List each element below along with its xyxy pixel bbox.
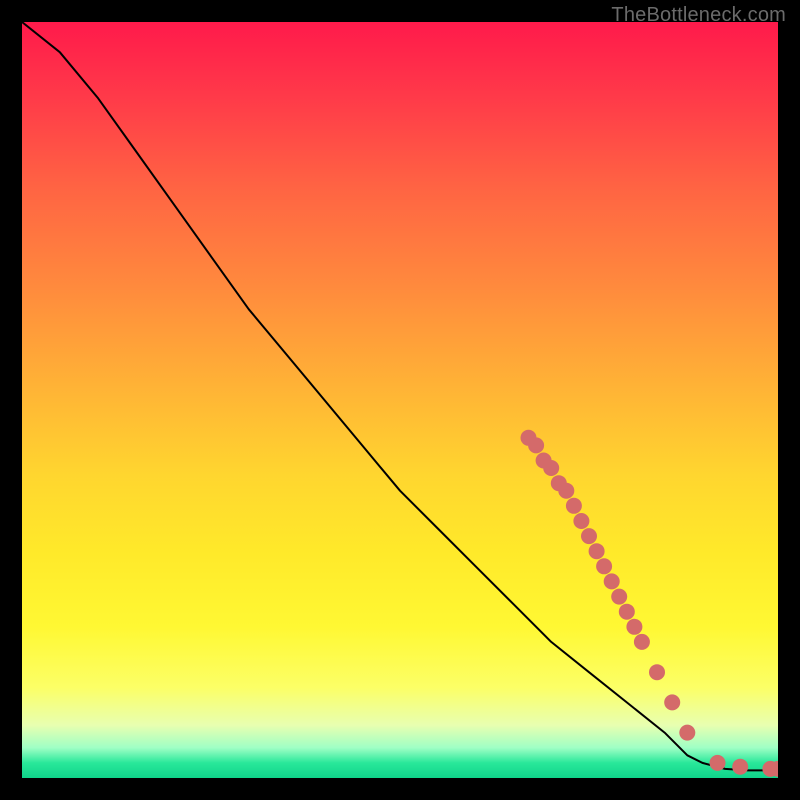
data-point [566, 498, 582, 514]
data-point [649, 664, 665, 680]
data-point [528, 437, 544, 453]
chart-overlay [22, 22, 778, 778]
data-point [679, 725, 695, 741]
curve-line [22, 22, 778, 770]
data-point [664, 694, 680, 710]
data-point [604, 573, 620, 589]
plot-area [22, 22, 778, 778]
data-point [558, 483, 574, 499]
data-point [543, 460, 559, 476]
data-point [710, 755, 726, 771]
watermark-text: TheBottleneck.com [611, 4, 786, 27]
data-point [581, 528, 597, 544]
data-point [619, 604, 635, 620]
data-point [596, 558, 612, 574]
data-point [611, 589, 627, 605]
data-point [573, 513, 589, 529]
data-point [634, 634, 650, 650]
data-point [626, 619, 642, 635]
data-point [732, 759, 748, 775]
chart-frame: TheBottleneck.com [0, 0, 800, 800]
data-point [589, 543, 605, 559]
